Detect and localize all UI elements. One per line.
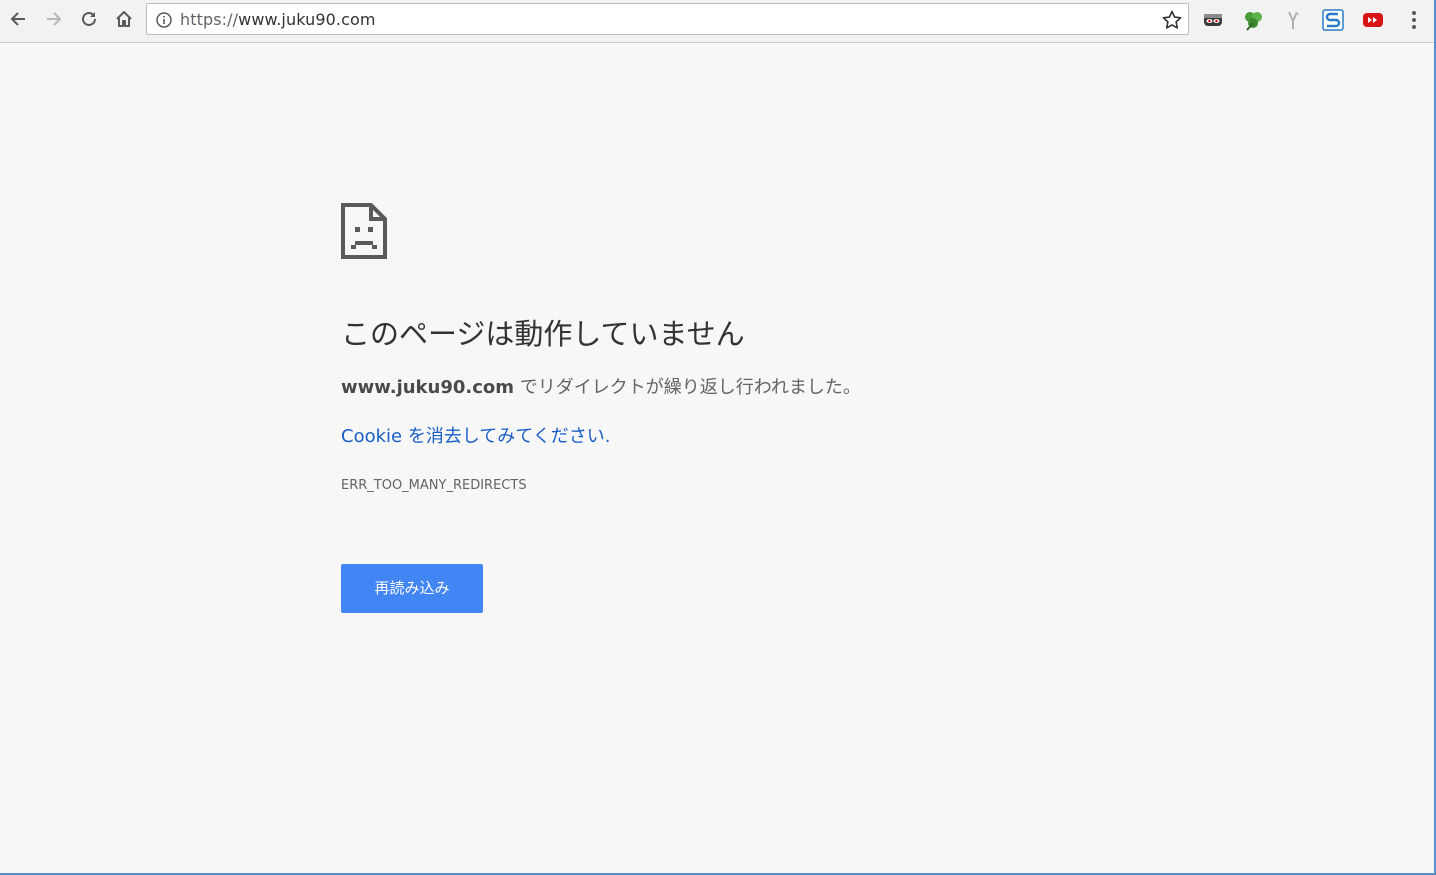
back-button[interactable] (4, 5, 32, 33)
url-scheme: https:// (180, 10, 239, 29)
error-code: ERR_TOO_MANY_REDIRECTS (341, 478, 527, 493)
url-host: www.juku90.com (238, 10, 376, 29)
address-bar[interactable]: https://www.juku90.com (146, 3, 1189, 35)
error-host: www.juku90.com (341, 377, 515, 398)
error-summary: www.juku90.com でリダイレクトが繰り返し行われました。 (341, 376, 861, 400)
home-button[interactable] (110, 5, 138, 33)
reload-button[interactable]: 再読み込み (341, 564, 483, 613)
reload-page-button[interactable] (75, 5, 103, 33)
fork-extension-icon[interactable] (1281, 8, 1305, 32)
home-icon (116, 11, 132, 27)
clear-cookies-link[interactable]: Cookie を消去してみてください. (341, 425, 610, 449)
clover-extension-icon[interactable] (1241, 8, 1265, 32)
mask-extension-icon[interactable] (1201, 8, 1225, 32)
s-extension-icon[interactable] (1321, 8, 1345, 32)
reload-icon (82, 11, 96, 26)
youtube-extension-icon[interactable] (1361, 8, 1385, 32)
forward-arrow-icon (47, 12, 62, 26)
back-arrow-icon (10, 12, 25, 26)
browser-toolbar: https://www.juku90.com (0, 0, 1434, 43)
error-headline: このページは動作していません (341, 317, 745, 351)
forward-button[interactable] (40, 5, 68, 33)
url-text[interactable]: https://www.juku90.com (180, 10, 376, 30)
sad-page-icon (341, 203, 387, 259)
browser-menu-icon[interactable] (1404, 8, 1424, 32)
info-icon[interactable] (156, 12, 172, 28)
browser-window: https://www.juku90.com このページは動作していません ww… (0, 0, 1436, 875)
bookmark-star-icon[interactable] (1161, 9, 1183, 31)
error-summary-text: でリダイレクトが繰り返し行われました。 (514, 377, 861, 398)
